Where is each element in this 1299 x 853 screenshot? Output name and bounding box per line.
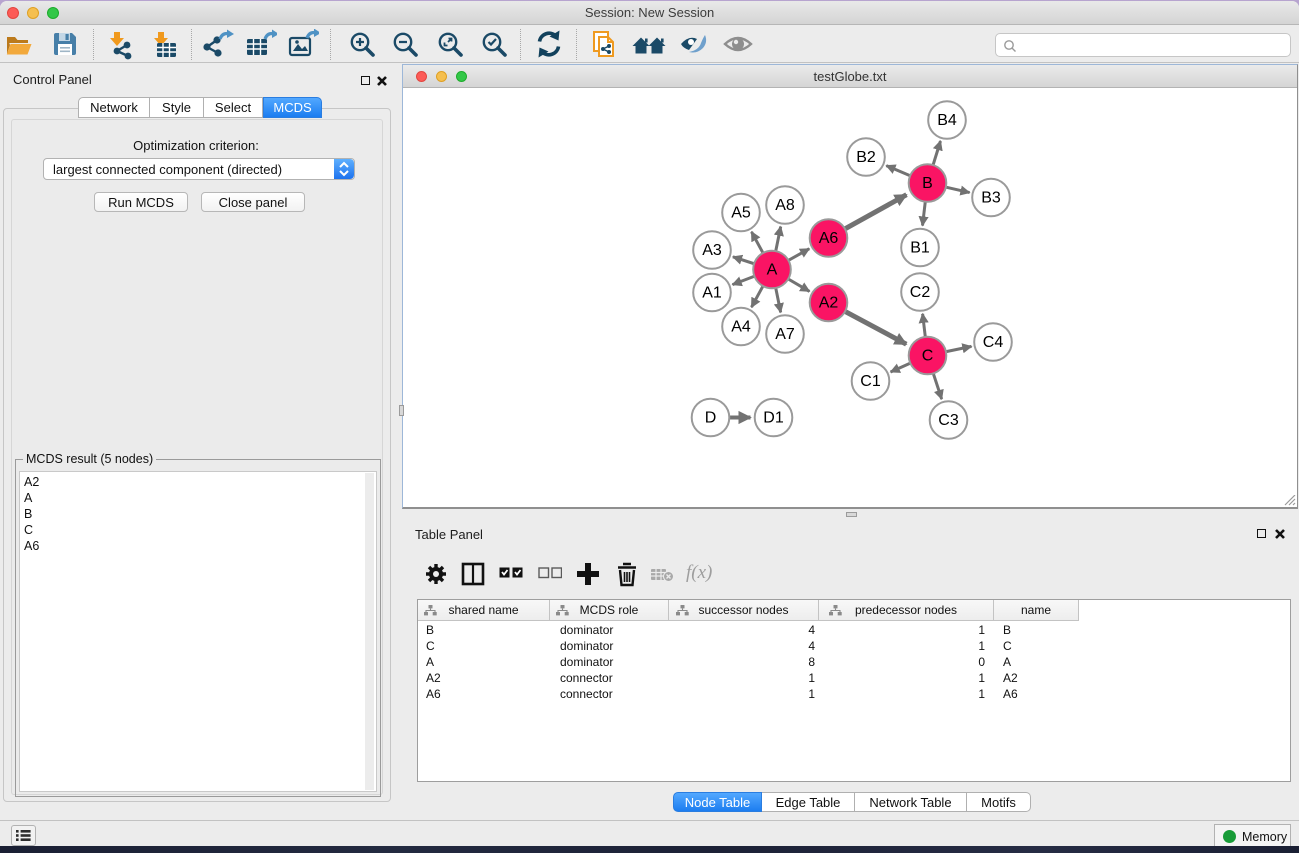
svg-text:A6: A6 (819, 230, 839, 247)
svg-text:B3: B3 (981, 190, 1001, 207)
svg-text:A2: A2 (819, 295, 839, 312)
svg-text:B4: B4 (937, 112, 957, 129)
svg-text:A5: A5 (731, 205, 751, 222)
svg-text:B2: B2 (856, 149, 876, 166)
svg-text:A7: A7 (775, 326, 795, 343)
svg-text:C4: C4 (983, 334, 1004, 351)
svg-text:A3: A3 (702, 242, 722, 259)
svg-text:D: D (705, 410, 717, 427)
svg-text:A8: A8 (775, 197, 795, 214)
svg-text:B: B (922, 175, 933, 192)
svg-text:C2: C2 (910, 284, 931, 301)
svg-text:C: C (922, 348, 934, 365)
svg-text:C1: C1 (860, 373, 881, 390)
svg-text:A1: A1 (702, 285, 722, 302)
svg-text:D1: D1 (763, 410, 784, 427)
svg-text:A4: A4 (731, 319, 751, 336)
svg-text:C3: C3 (938, 412, 959, 429)
svg-text:B1: B1 (910, 240, 930, 257)
svg-text:A: A (767, 262, 778, 279)
